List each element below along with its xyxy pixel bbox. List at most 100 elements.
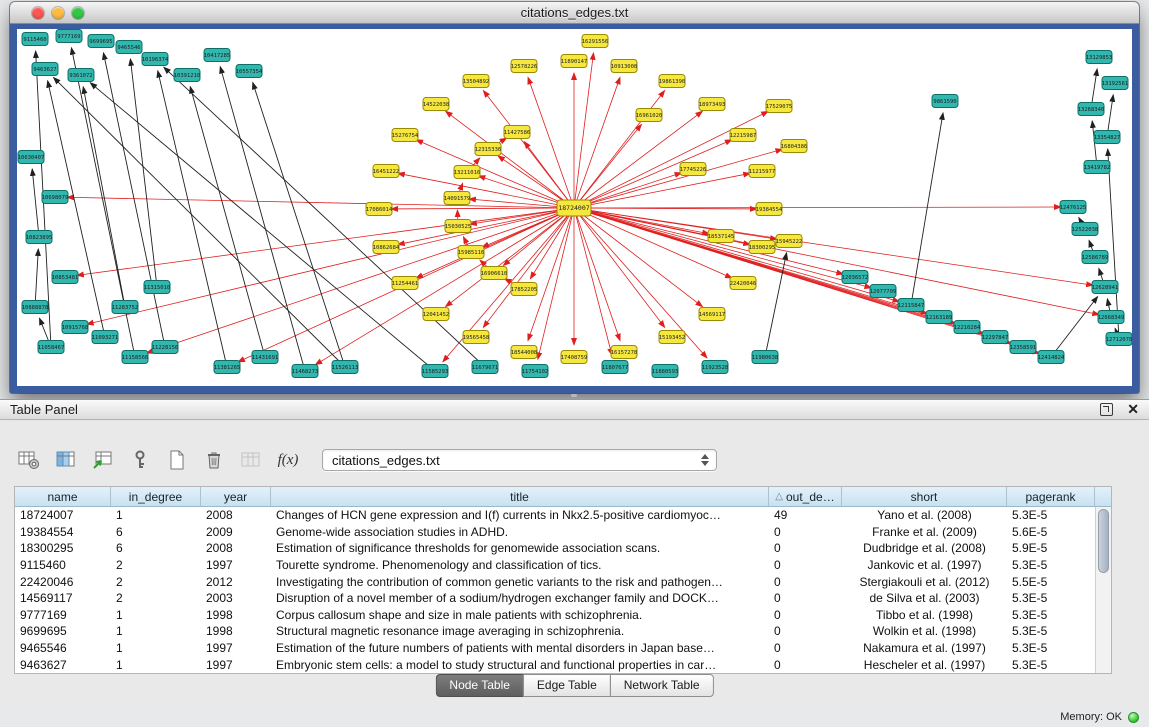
graph-node[interactable]: 10196374 [142,53,169,66]
float-panel-icon[interactable] [1100,403,1113,416]
graph-node[interactable]: 13419782 [1084,161,1111,174]
graph-node[interactable]: 12578226 [511,60,538,73]
new-table-icon[interactable] [164,447,190,473]
graph-node[interactable]: 10698079 [42,191,69,204]
graph-node[interactable]: 11058467 [38,341,65,354]
graph-node[interactable]: 13129853 [1086,51,1113,64]
graph-node[interactable]: 11880593 [652,365,679,378]
graph-edge[interactable] [574,208,612,355]
graph-node[interactable]: 12712078 [1106,333,1132,346]
graph-node[interactable]: 11315010 [144,281,171,294]
graph-node[interactable]: 11807677 [602,361,629,374]
graph-edge[interactable] [574,208,1099,315]
graph-edge[interactable] [574,111,702,208]
graph-node[interactable]: 13354827 [1094,131,1121,144]
graph-edge[interactable] [90,83,435,371]
graph-edge[interactable] [911,113,943,305]
graph-node[interactable]: 15276754 [392,129,419,142]
table-row[interactable]: 946554611997Estimation of the future num… [15,640,1095,657]
graph-node[interactable]: 16291556 [582,35,609,48]
column-header-short[interactable]: short [842,487,1007,506]
graph-node[interactable]: 11923528 [702,361,729,374]
delete-table-icon[interactable] [201,447,227,473]
minimize-window-icon[interactable] [52,7,64,19]
table-row[interactable]: 1872400712008Changes of HCN gene express… [15,507,1095,524]
table-row[interactable]: 1938455462009Genome-wide association stu… [15,524,1095,541]
graph-edge[interactable] [530,208,574,279]
tab-node-table[interactable]: Node Table [435,674,524,697]
graph-node[interactable]: 18537145 [708,230,735,243]
graph-edge[interactable] [574,208,707,358]
column-header-name[interactable]: name [15,487,111,506]
table-options-icon[interactable] [16,447,42,473]
graph-edge[interactable] [574,208,732,278]
graph-node[interactable]: 19861390 [659,75,686,88]
graph-node[interactable]: 16157278 [611,346,638,359]
graph-node[interactable]: 18300295 [749,241,776,254]
close-window-icon[interactable] [32,7,44,19]
graph-edge[interactable] [528,77,574,208]
graph-edge[interactable] [48,81,105,337]
zoom-window-icon[interactable] [72,7,84,19]
apply-table-icon[interactable] [238,447,264,473]
graph-node[interactable]: 12036572 [842,271,869,284]
graph-edge[interactable] [130,59,157,287]
table-row[interactable]: 1456911722003Disruption of a novel membe… [15,590,1095,607]
graph-edge[interactable] [574,124,641,208]
graph-edge[interactable] [146,208,574,353]
graph-node[interactable]: 10391210 [174,69,201,82]
graph-node[interactable]: 13192561 [1102,77,1129,90]
graph-node[interactable]: 18973493 [699,98,726,111]
graph-node[interactable]: 11679671 [472,361,499,374]
table-row[interactable]: 969969511998Structural magnetic resonanc… [15,623,1095,640]
graph-edge[interactable] [574,149,782,208]
graph-node[interactable]: 13268340 [1078,103,1105,116]
graph-node[interactable]: 10823895 [26,231,53,244]
graph-node[interactable]: 12115847 [898,299,925,312]
graph-node[interactable]: 17408759 [561,351,588,364]
graph-node[interactable]: 16906610 [481,267,508,280]
graph-node[interactable]: 12358591 [1010,341,1037,354]
graph-edge[interactable] [574,208,1093,285]
graph-node[interactable]: 11980638 [752,351,779,364]
show-columns-icon[interactable] [53,447,79,473]
graph-node[interactable]: 11431691 [252,351,279,364]
graph-node[interactable]: 12586789 [1082,251,1109,264]
graph-node[interactable]: 9361072 [68,69,94,82]
graph-node[interactable]: 11427586 [504,126,531,139]
column-header-in_degree[interactable]: in_degree [111,487,201,506]
graph-edge[interactable] [35,249,38,307]
graph-node[interactable]: 16451222 [373,165,400,178]
graph-node[interactable]: 15193452 [659,331,686,344]
graph-edge[interactable] [538,208,574,359]
graph-node[interactable]: 11254461 [392,277,419,290]
graph-node[interactable]: 16804386 [781,140,808,153]
graph-node[interactable]: 19565458 [463,331,490,344]
column-header-pagerank[interactable]: pagerank [1007,487,1095,506]
graph-node[interactable]: 18544008 [511,346,538,359]
graph-node[interactable]: 11283752 [112,301,139,314]
tab-network-table[interactable]: Network Table [610,674,714,697]
graph-node[interactable]: 17852205 [511,283,538,296]
graph-node[interactable]: 11526113 [332,361,359,374]
table-row[interactable]: 1830029562008Estimation of significance … [15,540,1095,557]
graph-node[interactable]: 10853481 [52,271,79,284]
key-icon[interactable] [127,447,153,473]
graph-edge[interactable] [574,173,750,208]
table-row[interactable]: 2242004622012Investigating the contribut… [15,573,1095,590]
graph-node[interactable]: 12522038 [1072,223,1099,236]
graph-edge[interactable] [32,169,39,237]
graph-node[interactable]: 10557354 [236,65,263,78]
graph-node[interactable]: 11228156 [152,341,179,354]
graph-node[interactable]: 11468273 [292,365,319,378]
graph-node[interactable]: 12163189 [926,311,953,324]
column-header-year[interactable]: year [201,487,271,506]
graph-node[interactable]: 9463627 [32,63,58,76]
graph-node[interactable]: 11381265 [214,361,241,374]
graph-edge[interactable] [524,142,574,208]
graph-edge[interactable] [67,197,574,208]
column-header-title[interactable]: title [271,487,769,506]
graph-node[interactable]: 12215987 [730,129,757,142]
graph-node[interactable]: 15945222 [776,235,803,248]
function-builder-icon[interactable]: f(x) [275,447,301,473]
